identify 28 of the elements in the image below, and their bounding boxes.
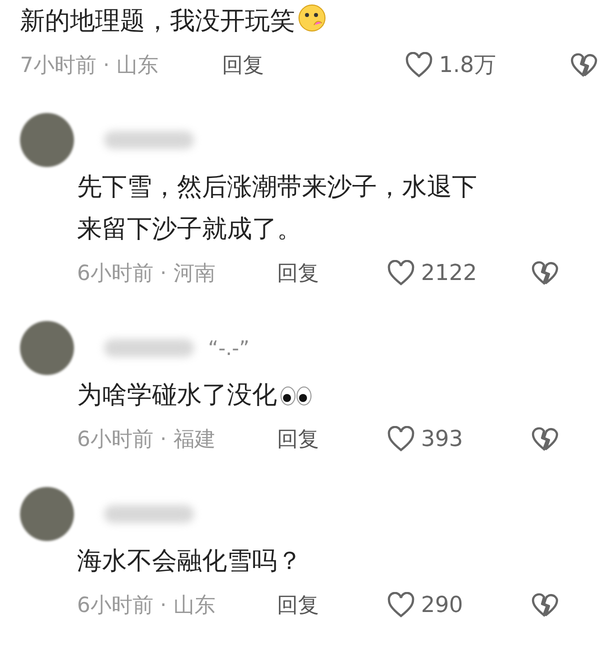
reply-link[interactable]: 回复 [277,591,387,619]
broken-heart-icon[interactable] [531,592,559,618]
heart-icon[interactable] [405,52,433,78]
like-count: 1.8万 [439,52,496,80]
comment-text: 先下雪，然后涨潮带来沙子，水退下来留下沙子就成了。 [77,171,478,245]
avatar-placeholder[interactable] [20,487,74,541]
comment-text: 为啥学碰水了没化 [77,374,527,416]
comment-text: 新的地理题，我没开玩笑 [20,0,600,42]
heart-icon[interactable] [387,260,415,286]
time-location: 6小时前 · 山东 [77,592,216,619]
time-location: 7小时前 · 山东 [20,52,160,79]
username[interactable]: “-.-” [208,336,250,360]
heart-icon[interactable] [387,426,415,452]
like-count: 2122 [421,260,477,286]
reply-link[interactable]: 回复 [222,51,405,79]
comment-text: 海水不会融化雪吗？ [77,545,303,577]
avatar-placeholder[interactable] [20,321,74,375]
avatar-placeholder[interactable] [20,113,74,167]
broken-heart-icon[interactable] [531,260,559,286]
time-location: 6小时前 · 福建 [77,426,216,453]
heart-icon[interactable] [387,592,415,618]
time-location: 6小时前 · 河南 [77,260,216,287]
reply-link[interactable]: 回复 [277,425,387,453]
reply-link[interactable]: 回复 [277,259,387,287]
broken-heart-icon[interactable] [531,426,559,452]
like-count: 393 [421,426,463,452]
like-count: 290 [421,592,463,618]
broken-heart-icon[interactable] [570,52,598,78]
